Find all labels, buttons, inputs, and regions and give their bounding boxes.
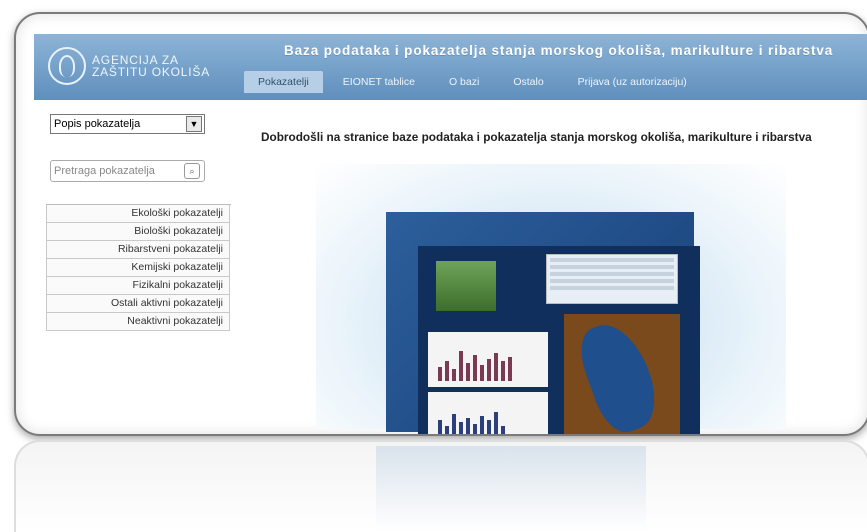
search-placeholder: Pretraga pokazatelja (54, 165, 155, 177)
hero-reflection (376, 446, 646, 532)
indicator-select[interactable]: Popis pokazatelja ▼ (50, 114, 205, 134)
menu-item-bioloski[interactable]: Biološki pokazatelji (46, 223, 230, 241)
tab-o-bazi[interactable]: O bazi (435, 71, 493, 93)
menu-item-ribarstveni[interactable]: Ribarstveni pokazatelji (46, 241, 230, 259)
seagrass-photo (436, 261, 496, 311)
indicator-menu: Ekološki pokazatelji Biološki pokazatelj… (46, 204, 231, 331)
logo-text: AGENCIJA ZA ZAŠTITU OKOLIŠA (92, 54, 210, 78)
chart-thumbnail-2 (428, 392, 548, 434)
search-icon[interactable]: ⌕ (184, 163, 200, 179)
welcome-heading: Dobrodošli na stranice baze podataka i p… (261, 130, 812, 144)
screenshot-reflection (14, 440, 867, 532)
tab-prijava[interactable]: Prijava (uz autorizaciju) (564, 71, 701, 93)
chevron-down-icon[interactable]: ▼ (186, 116, 202, 132)
indicator-select-value: Popis pokazatelja (54, 118, 141, 130)
menu-item-neaktivni[interactable]: Neaktivni pokazatelji (46, 313, 230, 331)
data-table-thumbnail (546, 254, 678, 304)
chart-thumbnail-1 (428, 332, 548, 387)
logo-line-2: ZAŠTITU OKOLIŠA (92, 65, 211, 79)
tab-ostalo[interactable]: Ostalo (499, 71, 557, 93)
main-nav: Pokazatelji EIONET tablice O bazi Ostalo… (244, 70, 707, 94)
tab-pokazatelji[interactable]: Pokazatelji (244, 71, 323, 93)
tab-eionet-tablice[interactable]: EIONET tablice (329, 71, 429, 93)
map-thumbnail (564, 314, 680, 434)
menu-item-fizikalni[interactable]: Fizikalni pokazatelji (46, 277, 230, 295)
menu-item-ostali-aktivni[interactable]: Ostali aktivni pokazatelji (46, 295, 230, 313)
sidebar: Popis pokazatelja ▼ Pretraga pokazatelja… (46, 114, 231, 331)
logo-icon (48, 47, 86, 85)
site-header: AGENCIJA ZA ZAŠTITU OKOLIŠA Baza podatak… (34, 34, 867, 100)
site-title: Baza podataka i pokazatelja stanja morsk… (284, 43, 834, 58)
logo[interactable]: AGENCIJA ZA ZAŠTITU OKOLIŠA (48, 42, 210, 90)
menu-item-kemijski[interactable]: Kemijski pokazatelji (46, 259, 230, 277)
menu-item-ekoloski[interactable]: Ekološki pokazatelji (46, 205, 230, 223)
app-frame: AGENCIJA ZA ZAŠTITU OKOLIŠA Baza podatak… (14, 12, 867, 436)
search-input[interactable]: Pretraga pokazatelja ⌕ (50, 160, 205, 182)
